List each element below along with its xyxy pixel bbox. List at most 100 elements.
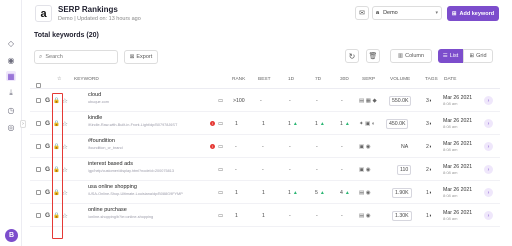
export-label: Export [136, 54, 153, 60]
keyword-url[interactable]: /gp/help/customer/display.html?nodeId=20… [88, 169, 208, 173]
header-volume[interactable]: VOLUME [390, 77, 410, 82]
total-keywords-heading: Total keywords (20) [34, 32, 99, 39]
collapse-sidebar-button[interactable]: › [20, 120, 26, 128]
serp-features-icon[interactable]: ▣ ◉ [359, 135, 371, 158]
timer-icon[interactable]: ◷ [6, 105, 16, 115]
header-keyword[interactable]: KEYWORD [74, 77, 99, 82]
grid-icon[interactable]: ▦ [6, 71, 16, 81]
tags-cell[interactable]: 3 ◗ [426, 89, 432, 112]
star-icon[interactable]: ☆ [62, 204, 68, 227]
download-icon[interactable]: ⤓ [6, 88, 16, 98]
add-keyword-button[interactable]: ⊞ Add keyword [447, 6, 499, 21]
keyword-url[interactable]: /Kindle-Raw-with-Built-in-Front-Light/dp… [88, 123, 208, 127]
list-label: List [449, 53, 459, 59]
target-icon[interactable]: ◎ [6, 122, 16, 132]
table-row[interactable]: G 🔒 ☆ usa online shopping /USA-Online-Sh… [30, 181, 500, 204]
row-checkbox[interactable] [36, 204, 41, 227]
eye-icon[interactable]: ◉ [6, 55, 16, 65]
header-date[interactable]: DATE [444, 77, 456, 82]
delete-button[interactable]: 🗑 [366, 49, 380, 63]
lock-icon[interactable]: 🔒 [53, 89, 60, 112]
keyword-url[interactable]: /online-shopping/b?ie=online-shopping [88, 215, 208, 219]
row-open-button[interactable]: › [484, 158, 493, 181]
header-30d[interactable]: 30D [340, 77, 349, 82]
column-button[interactable]: ▥ Column [390, 49, 432, 63]
keyword-cell[interactable]: kindle /Kindle-Raw-with-Built-in-Front-L… [88, 115, 208, 127]
project-select[interactable]: a Demo ▾ [372, 6, 442, 20]
refresh-button[interactable]: ↻ [345, 49, 359, 63]
diamond-icon[interactable]: ◇ [6, 38, 16, 48]
avatar[interactable]: B [5, 229, 18, 242]
keyword-url[interactable]: /foundition_cr_brand [88, 146, 208, 150]
up-arrow-icon: ▲ [344, 189, 350, 196]
tag-icon: ◗ [428, 97, 433, 104]
lock-icon[interactable]: 🔒 [53, 135, 60, 158]
tags-cell[interactable]: 2 ◗ [426, 158, 432, 181]
date-cell: Mar 26 2021 8:08 am [443, 135, 472, 158]
tags-cell[interactable]: 1 ◗ [426, 204, 432, 227]
volume-value: 110 [397, 164, 412, 175]
table-row[interactable]: G 🔒 ☆ #foundition /foundition_cr_brand !… [30, 135, 500, 158]
keyword-name[interactable]: interest based ads [88, 161, 208, 167]
best-value: - [262, 166, 264, 173]
lock-icon[interactable]: 🔒 [53, 158, 60, 181]
keyword-name[interactable]: kindle [88, 115, 208, 121]
header-best[interactable]: BEST [258, 77, 271, 82]
header-7d[interactable]: 7D [315, 77, 321, 82]
volume-cell: 1.90K [392, 181, 412, 204]
up-arrow-icon: ▲ [344, 120, 350, 127]
tags-cell[interactable]: 1 ◗ [426, 181, 432, 204]
search-box[interactable]: ⌕ [34, 50, 118, 64]
row-checkbox[interactable] [36, 135, 41, 158]
serp-features-icon[interactable]: ▤ ▦ ◆ [359, 89, 377, 112]
keyword-cell[interactable]: interest based ads /gp/help/customer/dis… [88, 161, 208, 173]
keyword-name[interactable]: cloud [88, 92, 208, 98]
row-checkbox[interactable] [36, 112, 41, 135]
search-input[interactable] [45, 54, 116, 60]
tags-cell[interactable]: 2 ◗ [426, 135, 432, 158]
list-view-button[interactable]: ☰ List [438, 49, 463, 63]
header-1d[interactable]: 1D [288, 77, 294, 82]
table-row[interactable]: G 🔒 ☆ cloud ubuque.com ▭ >100 - - - - ▤ … [30, 89, 500, 112]
keyword-name[interactable]: online purchase [88, 207, 208, 213]
serp-features-icon[interactable]: ▤ ◉ [359, 181, 371, 204]
row-checkbox[interactable] [36, 181, 41, 204]
header-serp[interactable]: SERP [362, 77, 375, 82]
row-open-button[interactable]: › [484, 181, 493, 204]
star-icon[interactable]: ☆ [62, 181, 68, 204]
row-open-button[interactable]: › [484, 112, 493, 135]
export-button[interactable]: ⊠ Export [124, 50, 158, 64]
header-rank[interactable]: RANK [232, 77, 245, 82]
keyword-cell[interactable]: cloud ubuque.com [88, 92, 208, 104]
header-tags[interactable]: TAGS [425, 77, 438, 82]
table-row[interactable]: G 🔒 ☆ kindle /Kindle-Raw-with-Built-in-F… [30, 112, 500, 135]
table-row[interactable]: G 🔒 ☆ online purchase /online-shopping/b… [30, 204, 500, 227]
row-open-button[interactable]: › [484, 204, 493, 227]
volume-value: 1.30K [392, 210, 412, 221]
keyword-url[interactable]: ubuque.com [88, 100, 208, 104]
serp-features-icon[interactable]: ✦ ▣ ◐ [359, 112, 375, 135]
star-icon[interactable]: ☆ [62, 158, 68, 181]
keyword-url[interactable]: /USA-Online-Shop-Ultimate-Louisiana/dp/B… [88, 192, 208, 196]
star-icon[interactable]: ☆ [62, 89, 68, 112]
keyword-name[interactable]: #foundition [88, 138, 208, 144]
serp-features-icon[interactable]: ▤ ◉ [359, 204, 371, 227]
lock-icon[interactable]: 🔒 [53, 112, 60, 135]
keyword-cell[interactable]: #foundition /foundition_cr_brand [88, 138, 208, 150]
keyword-cell[interactable]: online purchase /online-shopping/b?ie=on… [88, 207, 208, 219]
row-checkbox[interactable] [36, 89, 41, 112]
table-row[interactable]: G 🔒 ☆ interest based ads /gp/help/custom… [30, 158, 500, 181]
row-checkbox[interactable] [36, 158, 41, 181]
lock-icon[interactable]: 🔒 [53, 204, 60, 227]
star-icon[interactable]: ☆ [62, 135, 68, 158]
mail-button[interactable]: ✉ [355, 6, 369, 20]
tags-cell[interactable]: 3 ◗ [426, 112, 432, 135]
grid-view-button[interactable]: ⊞ Grid [463, 49, 493, 63]
lock-icon[interactable]: 🔒 [53, 181, 60, 204]
serp-features-icon[interactable]: ▣ ◉ [359, 158, 371, 181]
row-open-button[interactable]: › [484, 135, 493, 158]
keyword-cell[interactable]: usa online shopping /USA-Online-Shop-Ult… [88, 184, 208, 196]
keyword-name[interactable]: usa online shopping [88, 184, 208, 190]
row-open-button[interactable]: › [484, 89, 493, 112]
star-icon[interactable]: ☆ [62, 112, 68, 135]
